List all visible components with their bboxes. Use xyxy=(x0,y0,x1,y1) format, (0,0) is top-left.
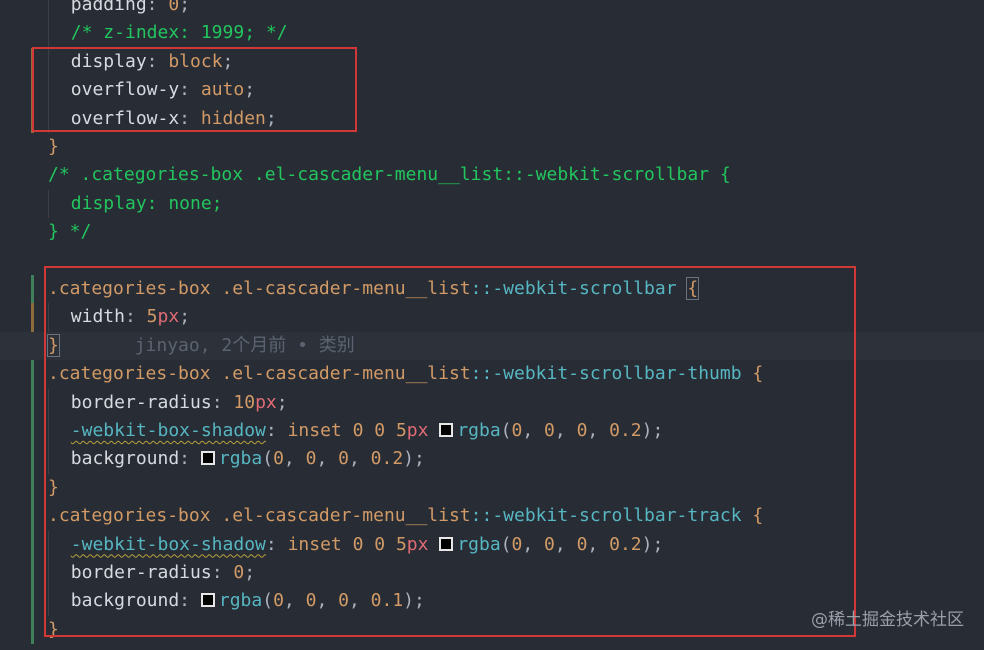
indent-guide xyxy=(48,189,49,219)
annotation-box-overflow xyxy=(32,47,357,132)
gutter-change-marker xyxy=(31,615,34,645)
gutter-change-marker xyxy=(31,559,34,588)
code-line[interactable]: } */ xyxy=(0,218,984,246)
code-token: : xyxy=(146,0,169,15)
code-text: /* .categories-box .el-cascader-menu__li… xyxy=(48,161,731,189)
code-token: 0 xyxy=(168,0,180,15)
gutter-change-marker xyxy=(31,388,34,417)
indent-guide xyxy=(48,19,49,48)
gutter-change-marker xyxy=(31,445,34,474)
code-text: } */ xyxy=(48,218,91,246)
gutter-change-marker xyxy=(31,360,34,389)
code-text: /* z-index: 1999; */ xyxy=(71,19,288,47)
code-token: } */ xyxy=(48,221,92,243)
code-text: } xyxy=(48,133,59,161)
gutter-change-marker xyxy=(31,303,34,332)
code-line[interactable]: } xyxy=(0,133,984,161)
code-token: padding xyxy=(70,0,147,15)
indent-guide xyxy=(48,0,49,20)
gutter-change-marker xyxy=(31,502,34,531)
code-line[interactable]: display: none; xyxy=(0,189,984,219)
gutter-change-marker xyxy=(31,473,34,503)
code-token: display: none; xyxy=(70,192,223,214)
code-line[interactable]: padding: 0; xyxy=(0,0,984,20)
annotation-box-scrollbar xyxy=(44,266,856,637)
code-token: ; xyxy=(179,0,191,15)
code-line[interactable]: /* .categories-box .el-cascader-menu__li… xyxy=(0,161,984,189)
code-token: /* .categories-box .el-cascader-menu__li… xyxy=(48,164,731,186)
gutter-change-marker xyxy=(31,417,34,446)
code-token: /* z-index: 1999; */ xyxy=(70,22,288,44)
code-text: display: none; xyxy=(71,190,223,218)
code-text: padding: 0; xyxy=(71,0,190,19)
gutter-change-marker xyxy=(31,275,34,304)
gutter-change-marker xyxy=(31,530,34,559)
code-line[interactable]: /* z-index: 1999; */ xyxy=(0,19,984,48)
watermark: @稀土掘金技术社区 xyxy=(811,610,964,630)
gutter-change-marker xyxy=(31,587,34,616)
code-token: } xyxy=(48,136,59,157)
